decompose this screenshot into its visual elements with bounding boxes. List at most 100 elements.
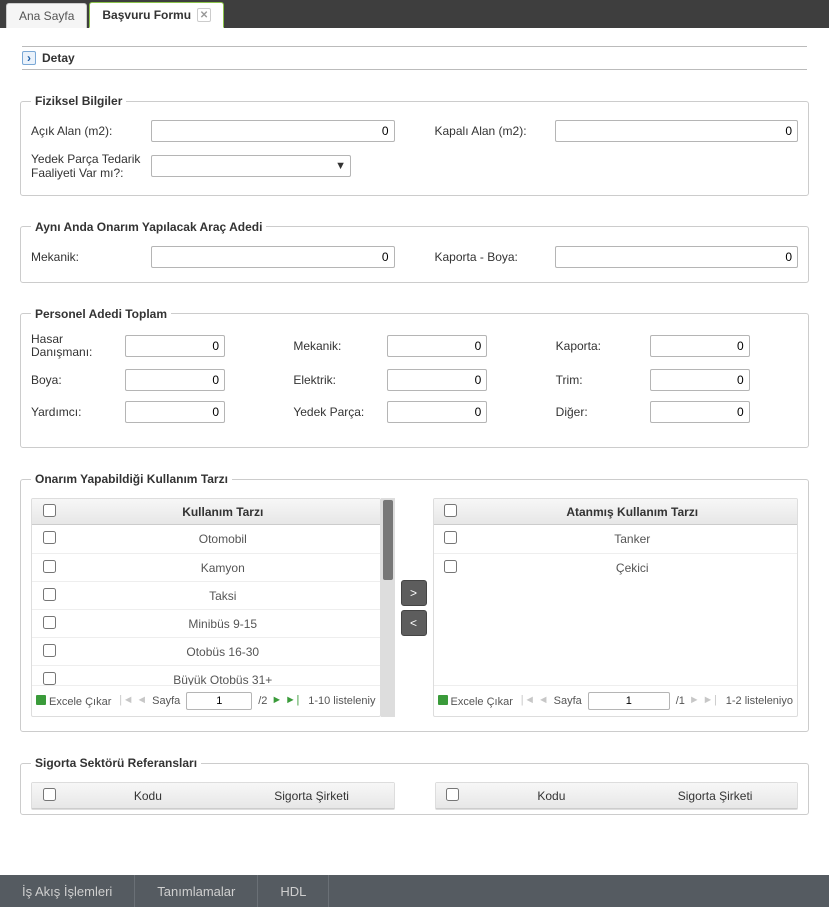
list-item-checkbox[interactable] (43, 531, 56, 544)
assigned-list-panel: Atanmış Kullanım Tarzı Tanker Çekici Exce… (433, 498, 799, 717)
available-pager: Excele Çıkar |◄ ◄ Sayfa /2 ► ►| 1-10 lis… (32, 685, 380, 716)
available-select-all-checkbox[interactable] (43, 504, 56, 517)
close-icon[interactable]: ✕ (197, 8, 211, 22)
yedek-parca-label: Yedek Parça Tedarik Faaliyeti Var mı?: (31, 152, 141, 181)
list-item-checkbox[interactable] (43, 644, 56, 657)
sigorta-sirket-header: Sigorta Şirketi (230, 789, 394, 803)
list-item-label: Otomobil (66, 532, 380, 546)
boya-label: Boya: (31, 373, 117, 387)
pager-first-icon[interactable]: |◄ (117, 695, 132, 707)
sigorta-right-select-all[interactable] (446, 788, 459, 801)
sigorta-left-select-all[interactable] (43, 788, 56, 801)
kaporta-boya-label: Kaporta - Boya: (435, 250, 545, 264)
onarim-arac-legend: Aynı Anda Onarım Yapılacak Araç Adedi (31, 220, 266, 234)
trim-input[interactable] (650, 369, 750, 391)
elektrik-input[interactable] (387, 369, 487, 391)
yedek-input[interactable] (387, 401, 487, 423)
pager-page-label: Sayfa (554, 695, 582, 707)
available-list-panel: Kullanım Tarzı Otomobil Kamyon Taksi Minibü… (31, 498, 381, 717)
menu-is-akis[interactable]: İş Akış İşlemleri (0, 875, 135, 907)
boya-input[interactable] (125, 369, 225, 391)
diger-input[interactable] (650, 401, 750, 423)
p-kaporta-input[interactable] (650, 335, 750, 357)
list-item-checkbox[interactable] (43, 560, 56, 573)
pager-page-input-right[interactable] (588, 692, 670, 710)
available-title: Kullanım Tarzı (66, 505, 380, 519)
bottom-menu-bar: İş Akış İşlemleri Tanımlamalar HDL (0, 875, 829, 907)
pager-total-right: /1 (676, 695, 685, 707)
sigorta-right-table: Kodu Sigorta Şirketi (435, 782, 799, 810)
pager-last-icon[interactable]: ►| (287, 695, 302, 707)
tab-home-label: Ana Sayfa (19, 9, 74, 23)
list-item-label: Taksi (66, 589, 380, 603)
fiziksel-legend: Fiziksel Bilgiler (31, 94, 126, 108)
tab-home[interactable]: Ana Sayfa (6, 3, 87, 28)
hasar-label: Hasar Danışmanı: (31, 333, 117, 359)
kaporta-boya-input[interactable] (555, 246, 799, 268)
chevron-down-icon: ▼ (335, 160, 346, 172)
list-item[interactable]: Otomobil (32, 525, 380, 553)
list-item-label: Tanker (468, 532, 798, 546)
list-item-checkbox[interactable] (444, 531, 457, 544)
sigorta-left-table: Kodu Sigorta Şirketi (31, 782, 395, 810)
excel-export-left[interactable]: Excele Çıkar (36, 695, 111, 708)
menu-hdl[interactable]: HDL (258, 875, 329, 907)
personel-fieldset: Personel Adedi Toplam Hasar Danışmanı: M… (20, 307, 809, 448)
list-item-label: Kamyon (66, 561, 380, 575)
list-item[interactable]: Çekici (434, 553, 798, 581)
kullanim-tarzi-fieldset: Onarım Yapabildiği Kullanım Tarzı Kullan… (20, 472, 809, 732)
menu-tanimlamalar[interactable]: Tanımlamalar (135, 875, 258, 907)
list-item-checkbox[interactable] (444, 560, 457, 573)
list-item[interactable]: Kamyon (32, 553, 380, 581)
list-item[interactable]: Taksi (32, 581, 380, 609)
fiziksel-bilgiler-fieldset: Fiziksel Bilgiler Açık Alan (m2): Kapalı… (20, 94, 809, 196)
list-item[interactable]: Minibüs 9-15 (32, 609, 380, 637)
assigned-pager: Excele Çıkar |◄ ◄ Sayfa /1 ► ►| 1-2 list… (434, 685, 798, 716)
list-item[interactable]: Otobüs 16-30 (32, 637, 380, 665)
kapali-alan-label: Kapalı Alan (m2): (435, 124, 545, 138)
onarim-arac-fieldset: Aynı Anda Onarım Yapılacak Araç Adedi Me… (20, 220, 809, 283)
pager-prev-icon[interactable]: ◄ (540, 695, 548, 707)
scrollbar[interactable] (381, 498, 395, 717)
list-item-label: Çekici (468, 561, 798, 575)
assigned-title: Atanmış Kullanım Tarzı (468, 505, 798, 519)
assigned-select-all-checkbox[interactable] (444, 504, 457, 517)
personel-legend: Personel Adedi Toplam (31, 307, 171, 321)
acik-alan-label: Açık Alan (m2): (31, 124, 141, 138)
p-mekanik-input[interactable] (387, 335, 487, 357)
list-item-checkbox[interactable] (43, 672, 56, 685)
hasar-input[interactable] (125, 335, 225, 357)
trim-label: Trim: (556, 373, 642, 387)
list-item-checkbox[interactable] (43, 616, 56, 629)
list-item[interactable]: Büyük Otobüs 31+ (32, 665, 380, 685)
excel-icon (438, 695, 448, 705)
pager-last-icon[interactable]: ►| (705, 695, 720, 707)
pager-page-input-left[interactable] (186, 692, 252, 710)
acik-alan-input[interactable] (151, 120, 395, 142)
kullanim-legend: Onarım Yapabildiği Kullanım Tarzı (31, 472, 232, 486)
list-item-checkbox[interactable] (43, 588, 56, 601)
pager-next-icon[interactable]: ► (691, 695, 699, 707)
yardimci-input[interactable] (125, 401, 225, 423)
kapali-alan-input[interactable] (555, 120, 799, 142)
pager-info-left: 1-10 listeleniy (308, 695, 375, 707)
form-content: › Detay Fiziksel Bilgiler Açık Alan (m2)… (0, 46, 829, 875)
pager-first-icon[interactable]: |◄ (519, 695, 534, 707)
list-item[interactable]: Tanker (434, 525, 798, 553)
scrollbar-thumb[interactable] (383, 500, 393, 580)
mekanik-input[interactable] (151, 246, 395, 268)
yedek-parca-select[interactable]: ▼ (151, 155, 351, 177)
detay-label: Detay (42, 51, 75, 65)
excel-export-right[interactable]: Excele Çıkar (438, 695, 513, 708)
mekanik-label: Mekanik: (31, 250, 141, 264)
tab-form[interactable]: Başvuru Formu ✕ (89, 2, 224, 28)
sigorta-referans-fieldset: Sigorta Sektörü Referansları Kodu Sigort… (20, 756, 809, 815)
list-item-label: Minibüs 9-15 (66, 617, 380, 631)
p-mekanik-label: Mekanik: (293, 339, 379, 353)
detay-toggle[interactable]: › Detay (22, 51, 75, 65)
move-right-button[interactable]: > (401, 580, 427, 606)
detay-section: › Detay (20, 46, 809, 70)
move-left-button[interactable]: < (401, 610, 427, 636)
pager-prev-icon[interactable]: ◄ (139, 695, 147, 707)
pager-next-icon[interactable]: ► (273, 695, 281, 707)
